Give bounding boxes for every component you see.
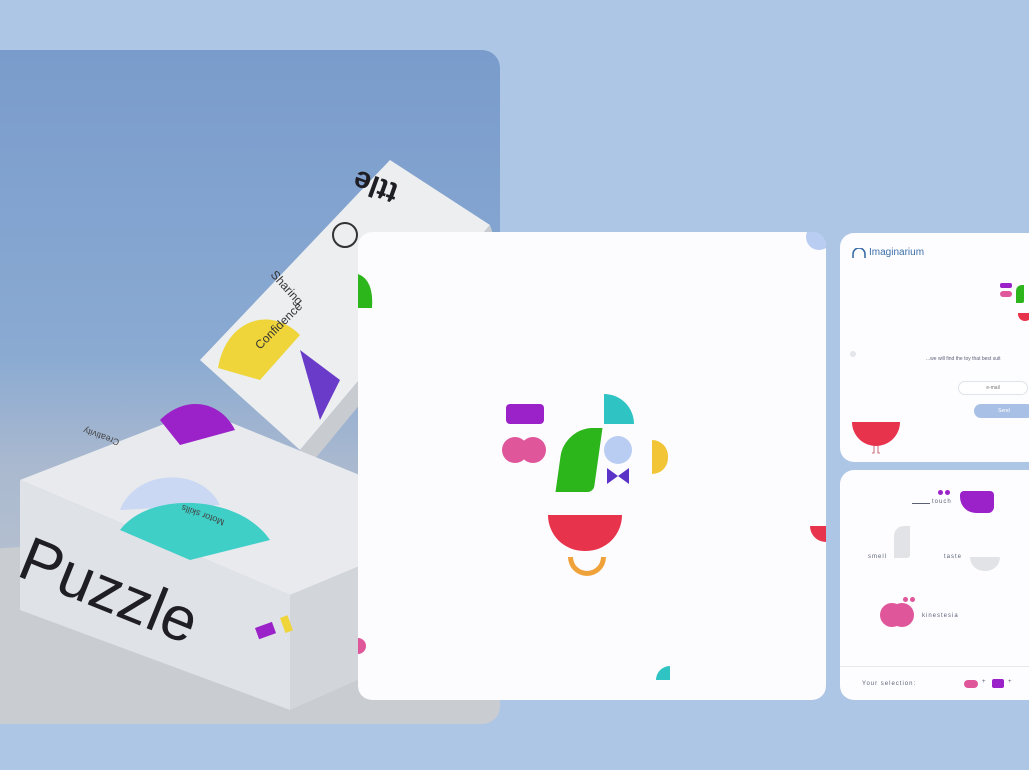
kinestesia-dots — [903, 589, 915, 607]
eyes-dots — [938, 482, 950, 500]
pink-mini-shape — [1000, 291, 1012, 297]
tagline-text: ...we will find the toy that best suit — [926, 356, 1001, 362]
selection-plus-2: + — [1008, 679, 1013, 685]
taste-gray-shape[interactable] — [970, 557, 1000, 571]
selection-purple-chip — [992, 679, 1004, 688]
purple-bar-shape — [506, 404, 544, 424]
send-button[interactable]: Send — [974, 404, 1029, 418]
gray-dot — [850, 351, 856, 357]
smell-gray-shape[interactable] — [894, 526, 910, 558]
app-landing-screen: Imaginarium ...we will find the toy that… — [840, 233, 1029, 462]
character-hero-card — [358, 232, 826, 700]
sense-label-touch[interactable]: touch — [932, 499, 952, 505]
red-bowl-shape — [548, 515, 622, 551]
teal-edge-shape — [656, 666, 670, 680]
sense-selection-screen: touch smell taste kinestesia Your select… — [840, 470, 1029, 700]
green-mini-shape — [1016, 285, 1024, 303]
green-edge-shape — [358, 274, 373, 308]
app-logo: Imaginarium — [852, 247, 924, 258]
logo-text: Imaginarium — [869, 247, 925, 258]
sense-label-kinestesia[interactable]: kinestesia — [922, 613, 959, 619]
sense-label-smell[interactable]: smell — [868, 554, 887, 560]
red-bowl-mini — [852, 422, 900, 446]
orange-smile-shape — [568, 557, 606, 576]
footer-divider — [840, 666, 1029, 667]
sense-label-taste[interactable]: taste — [944, 554, 962, 560]
touch-purple-shape[interactable] — [960, 491, 994, 513]
selection-label: Your selection: — [862, 681, 917, 687]
kinestesia-pink-shape[interactable] — [880, 603, 904, 627]
teal-quarter-shape — [604, 394, 634, 424]
indigo-bowtie-shape — [607, 468, 629, 484]
lightblue-corner-shape — [806, 232, 826, 250]
pink-circle-right — [520, 437, 546, 463]
yellow-halfcircle-shape — [652, 440, 668, 474]
red-edge-shape — [810, 526, 826, 542]
red-mini-shape — [1018, 313, 1029, 321]
email-input[interactable] — [958, 381, 1028, 395]
green-leaf-shape — [555, 428, 603, 492]
selection-plus-1: + — [982, 679, 987, 685]
pink-edge-shape — [358, 638, 366, 654]
purple-mini-shape — [1000, 283, 1012, 288]
bowl-legs-icon — [872, 446, 880, 454]
selection-pink-chip — [964, 680, 978, 688]
logo-arch-icon — [852, 247, 866, 258]
box-label-creativity: Creativity — [82, 425, 121, 447]
touch-line — [912, 503, 930, 504]
lightblue-circle-shape — [604, 436, 632, 464]
